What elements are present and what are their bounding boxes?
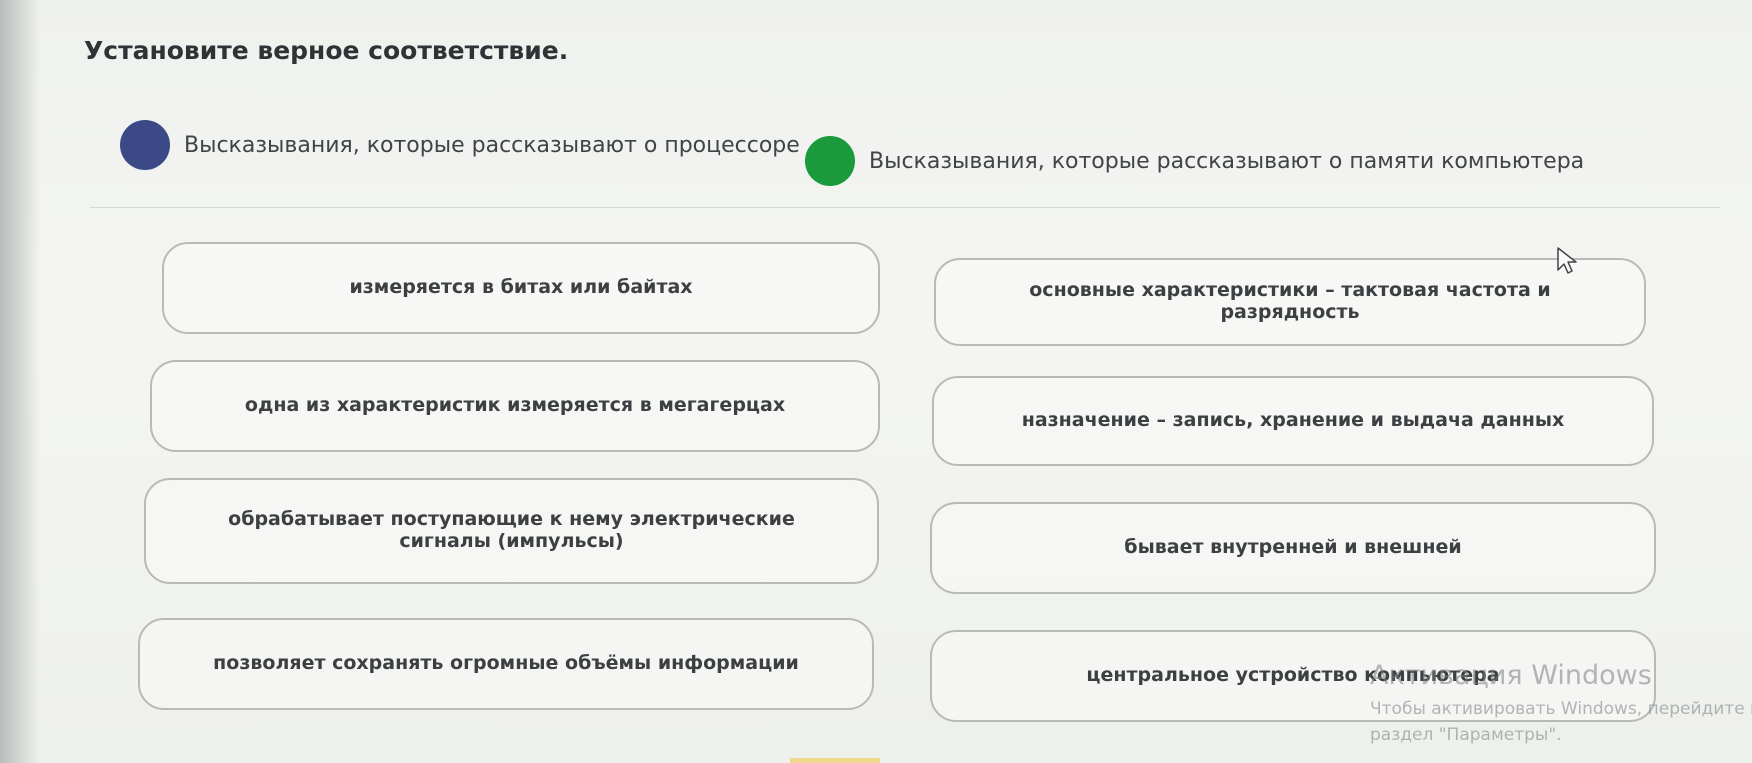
task-title: Установите верное соответствие. xyxy=(84,36,569,65)
watermark-line: Чтобы активировать Windows, перейдите в xyxy=(1370,699,1752,719)
statement-card[interactable]: одна из характеристик измеряется в мегаг… xyxy=(150,360,880,452)
mouse-pointer-icon xyxy=(1557,247,1577,274)
statement-card[interactable]: основные характеристики – тактовая часто… xyxy=(934,258,1646,346)
windows-activation-watermark: Активация Windows Чтобы активировать Win… xyxy=(1370,660,1752,745)
monitor-bezel xyxy=(0,0,40,763)
statement-card[interactable]: измеряется в битах или байтах xyxy=(162,242,880,334)
watermark-line: раздел "Параметры". xyxy=(1370,725,1562,745)
taskbar-highlight xyxy=(790,758,880,763)
processor-category-dot[interactable] xyxy=(120,120,170,170)
memory-category-dot[interactable] xyxy=(805,136,855,186)
legend-memory-label: Высказывания, которые рассказывают о пам… xyxy=(869,148,1585,174)
screen: Установите верное соответствие. Высказыв… xyxy=(0,0,1752,763)
statement-card[interactable]: позволяет сохранять огромные объёмы инфо… xyxy=(138,618,874,710)
statement-card[interactable]: обрабатывает поступающие к нему электрич… xyxy=(144,478,879,584)
legend-processor-label: Высказывания, которые рассказывают о про… xyxy=(184,132,800,158)
legend-processor: Высказывания, которые рассказывают о про… xyxy=(120,120,800,170)
statement-card[interactable]: бывает внутренней и внешней xyxy=(930,502,1656,594)
statement-card[interactable]: назначение – запись, хранение и выдача д… xyxy=(932,376,1654,466)
legend-memory: Высказывания, которые рассказывают о пам… xyxy=(805,136,1584,186)
divider xyxy=(90,207,1720,208)
watermark-title: Активация Windows xyxy=(1370,660,1652,691)
